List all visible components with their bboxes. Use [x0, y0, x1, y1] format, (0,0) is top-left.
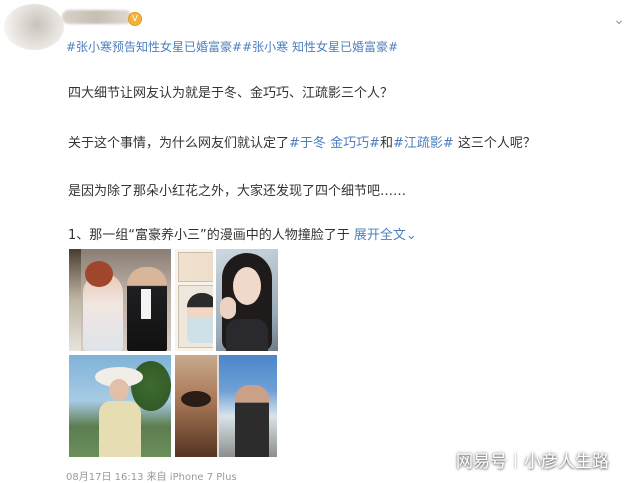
image-detail	[85, 261, 113, 287]
image-detail	[226, 319, 268, 351]
paragraph-2-prefix: 关于这个事情，为什么网友们就认定了	[68, 136, 290, 151]
watermark: 网易号 小彦人生路	[456, 447, 609, 472]
expand-label[interactable]: 展开全文	[354, 228, 406, 243]
image-detail	[233, 267, 261, 305]
expand-full-text-button[interactable]: 展开全文⌄	[354, 228, 417, 243]
paragraph-2-suffix: 这三个人呢？	[453, 136, 536, 151]
avatar[interactable]	[4, 4, 64, 50]
watermark-divider	[515, 453, 516, 469]
hashtag-link-1[interactable]: #于冬	[289, 136, 326, 151]
image-detail	[235, 385, 269, 457]
chevron-down-icon[interactable]: ⌄	[406, 228, 417, 243]
image-detail	[109, 379, 129, 401]
post-image-5[interactable]	[175, 355, 277, 457]
image-detail	[181, 391, 211, 407]
image-detail	[141, 289, 151, 319]
paragraph-1: 四大细节让网友认为就是于冬、金巧巧、江疏影三个人？	[68, 86, 394, 101]
image-detail	[99, 401, 141, 457]
post-image-1[interactable]	[69, 249, 171, 351]
post-image-2[interactable]	[175, 249, 213, 351]
username-blurred[interactable]	[62, 10, 132, 24]
paragraph-2: 关于这个事情，为什么网友们就认定了#于冬 金巧巧#和#江疏影# 这三个人呢？	[68, 132, 536, 151]
image-detail	[178, 252, 213, 282]
paragraph-4: 1、那一组“富豪养小三”的漫画中的人物撞脸了于 展开全文⌄	[68, 224, 417, 243]
chevron-down-icon[interactable]: ⌄	[610, 13, 628, 27]
image-detail	[69, 249, 81, 351]
post-image-3[interactable]	[216, 249, 278, 351]
paragraph-4-text: 1、那一组“富豪养小三”的漫画中的人物撞脸了于	[68, 228, 350, 243]
hashtag-link-2[interactable]: 金巧巧#	[330, 136, 380, 151]
watermark-left: 网易号	[456, 452, 507, 472]
image-detail	[220, 297, 236, 319]
post-image-4[interactable]	[69, 355, 171, 457]
image-detail	[187, 293, 213, 343]
watermark-right: 小彦人生路	[524, 452, 609, 472]
verified-badge-icon: V	[128, 12, 142, 26]
paragraph-3: 是因为除了那朵小红花之外，大家还发现了四个细节吧……	[68, 184, 407, 199]
topic-hashtags[interactable]: #张小寒预告知性女星已婚富豪##张小寒 知性女星已婚富豪#	[66, 38, 398, 55]
hashtag-link-3[interactable]: #江疏影#	[393, 136, 454, 151]
paragraph-2-joiner-2: 和	[379, 136, 393, 151]
post-timestamp: 08月17日 16:13 来自 iPhone 7 Plus	[66, 472, 237, 483]
